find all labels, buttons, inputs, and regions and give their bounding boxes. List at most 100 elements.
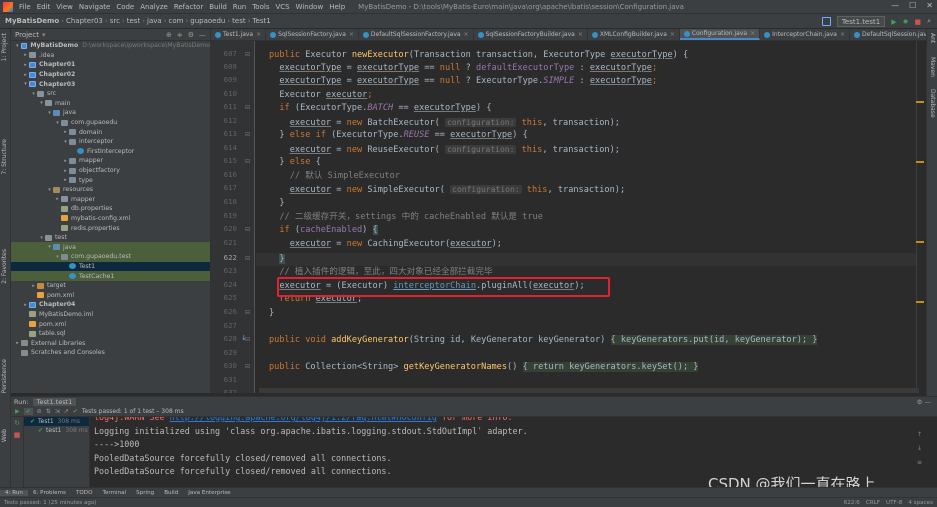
status-item[interactable]: 622:6 bbox=[844, 500, 860, 506]
expand-arrow-icon[interactable]: ▸ bbox=[54, 196, 61, 202]
tool-window-ant[interactable]: Ant bbox=[929, 33, 936, 43]
tree-item[interactable]: ▾ main bbox=[11, 99, 210, 109]
breadcrumb-item[interactable]: Chapter03 bbox=[64, 17, 105, 25]
fold-marker-icon[interactable]: ⊟ bbox=[245, 131, 250, 138]
tree-item[interactable]: TestCache1 bbox=[11, 271, 210, 281]
bottom-tab-terminal[interactable]: Terminal bbox=[98, 490, 132, 496]
breadcrumb-item[interactable]: test bbox=[125, 17, 142, 25]
expand-arrow-icon[interactable]: ▸ bbox=[22, 62, 29, 68]
tree-item[interactable]: mybatis-config.xml bbox=[11, 214, 210, 224]
expand-arrow-icon[interactable]: ▸ bbox=[22, 302, 29, 308]
tree-item[interactable]: Test1 bbox=[11, 261, 210, 272]
run-tab-test1[interactable]: Test1.test1 bbox=[32, 397, 77, 406]
tab-close-icon[interactable]: × bbox=[349, 31, 354, 38]
tool-window-maven[interactable]: Maven bbox=[929, 57, 936, 77]
expand-arrow-icon[interactable]: ▸ bbox=[22, 52, 29, 58]
expand-arrow-icon[interactable]: ▾ bbox=[62, 139, 69, 145]
tree-item[interactable]: ▾ MyBatisDemo D:\workspace\ipworkspace\MyB… bbox=[11, 41, 210, 51]
tree-item[interactable]: MyBatisDemo.iml bbox=[11, 310, 210, 320]
locate-icon[interactable]: ⊕ bbox=[166, 31, 172, 39]
editor-tab[interactable]: InterceptorChain.java × bbox=[760, 29, 851, 40]
expand-arrow-icon[interactable]: ▾ bbox=[46, 187, 53, 193]
fold-marker-icon[interactable]: ⊟ bbox=[245, 104, 250, 111]
search-everywhere-icon[interactable]: ⌕ bbox=[927, 17, 931, 26]
tab-close-icon[interactable]: × bbox=[670, 31, 675, 38]
tree-item[interactable]: pom.xml bbox=[11, 319, 210, 329]
breadcrumb-item[interactable]: java bbox=[145, 17, 164, 25]
show-ignored-icon[interactable]: ⊘ bbox=[37, 408, 42, 415]
expand-arrow-icon[interactable]: ▾ bbox=[46, 244, 53, 250]
menu-file[interactable]: File bbox=[16, 3, 34, 11]
editor-tab[interactable]: DefaultSqlSessionFactory.java × bbox=[359, 29, 474, 40]
expand-arrow-icon[interactable]: ▾ bbox=[38, 100, 45, 106]
run-icon[interactable]: ▶ bbox=[891, 18, 896, 26]
tab-close-icon[interactable]: × bbox=[256, 31, 261, 38]
status-item[interactable]: 4 spaces bbox=[908, 500, 933, 506]
fold-marker-icon[interactable]: ⊟ bbox=[245, 255, 250, 262]
console-link[interactable]: http://logging.apache.org/log4j/1.2/faq.… bbox=[170, 417, 437, 422]
tool-window-web[interactable]: Web bbox=[1, 429, 8, 442]
tab-close-icon[interactable]: × bbox=[840, 31, 845, 38]
tab-close-icon[interactable]: × bbox=[578, 31, 583, 38]
horizontal-scrollbar[interactable] bbox=[259, 388, 919, 393]
project-panel-title[interactable]: Project bbox=[15, 31, 39, 39]
fold-marker-icon[interactable]: ⊟ bbox=[245, 158, 250, 165]
expand-arrow-icon[interactable]: ▾ bbox=[54, 120, 61, 126]
breadcrumb-item[interactable]: src bbox=[108, 17, 122, 25]
editor-tab[interactable]: Test1.java × bbox=[211, 29, 267, 40]
close-icon[interactable]: ✕ bbox=[926, 1, 933, 10]
menu-edit[interactable]: Edit bbox=[34, 3, 54, 11]
stop-side-icon[interactable]: ■ bbox=[11, 431, 23, 439]
rerun-icon[interactable]: ▶ bbox=[15, 408, 20, 415]
editor-tab[interactable]: DefaultSqlSession.java× bbox=[850, 29, 926, 40]
status-item[interactable]: UTF-8 bbox=[886, 500, 902, 506]
menu-view[interactable]: View bbox=[53, 3, 76, 11]
breadcrumb-item[interactable]: test bbox=[230, 17, 247, 25]
expand-arrow-icon[interactable]: ▾ bbox=[46, 110, 53, 116]
run-config-select[interactable]: Test1.test1 bbox=[836, 16, 886, 27]
tree-item[interactable]: FirstInterceptor bbox=[11, 147, 210, 157]
menu-window[interactable]: Window bbox=[293, 3, 327, 11]
expand-arrow-icon[interactable]: ▸ bbox=[62, 129, 69, 135]
fold-marker-icon[interactable]: ⊟ bbox=[245, 226, 250, 233]
tree-item[interactable]: pom.xml bbox=[11, 290, 210, 300]
tree-item[interactable]: db.properties bbox=[11, 204, 210, 214]
expand-arrow-icon[interactable]: ▸ bbox=[14, 340, 21, 346]
fold-marker-icon[interactable]: ⊟ bbox=[245, 51, 250, 58]
tool-window-database[interactable]: Database bbox=[929, 89, 936, 118]
expand-arrow-icon[interactable]: ▸ bbox=[62, 177, 69, 183]
expand-arrow-icon[interactable]: ▸ bbox=[22, 72, 29, 78]
menu-run[interactable]: Run bbox=[230, 3, 249, 11]
editor-scrollbar[interactable] bbox=[916, 41, 926, 393]
tool-window-1-project[interactable]: 1: Project bbox=[1, 33, 8, 61]
tree-item[interactable]: ▸ Chapter02 bbox=[11, 70, 210, 80]
editor-tab[interactable]: Configuration.java × bbox=[679, 29, 761, 40]
tree-item[interactable]: ▾ Chapter03 bbox=[11, 79, 210, 89]
tree-item[interactable]: ▾ java bbox=[11, 242, 210, 253]
tool-window-7-structure[interactable]: 7: Structure bbox=[1, 139, 8, 175]
tree-item[interactable]: ▸ type bbox=[11, 175, 210, 185]
test-result-item[interactable]: ✔ Test1 308 ms bbox=[24, 417, 89, 426]
tree-item[interactable]: ▸ target bbox=[11, 281, 210, 291]
settings-gear-icon[interactable]: ⚙ bbox=[188, 31, 194, 39]
tree-item[interactable]: ▸ objectfactory bbox=[11, 166, 210, 176]
tree-item[interactable]: ▸ .idea bbox=[11, 51, 210, 61]
maximize-icon[interactable]: ☐ bbox=[909, 1, 916, 10]
code-editor[interactable]: 607 608 609 610 611 612 613 614 615 616 617 618 619 6… bbox=[211, 41, 926, 393]
build-icon[interactable] bbox=[821, 17, 831, 26]
menu-navigate[interactable]: Navigate bbox=[76, 3, 113, 11]
tree-item[interactable]: ▸ domain bbox=[11, 127, 210, 137]
menu-code[interactable]: Code bbox=[113, 3, 137, 11]
bottom-tab-todo[interactable]: TODO bbox=[71, 490, 98, 496]
breadcrumb-item[interactable]: com bbox=[167, 17, 186, 25]
tool-window-2-favorites[interactable]: 2: Favorites bbox=[1, 249, 8, 284]
tree-item[interactable]: redis.properties bbox=[11, 223, 210, 233]
menu-refactor[interactable]: Refactor bbox=[171, 3, 206, 11]
collapse-all-icon[interactable]: ≑ bbox=[177, 31, 183, 39]
wrap-icon[interactable]: ≡ bbox=[917, 459, 923, 466]
menu-vcs[interactable]: VCS bbox=[272, 3, 292, 11]
tab-close-icon[interactable]: × bbox=[750, 30, 755, 37]
expand-arrow-icon[interactable]: ▾ bbox=[54, 254, 61, 260]
bottom-tab-spring[interactable]: Spring bbox=[131, 490, 159, 496]
expand-arrow-icon[interactable]: ▸ bbox=[62, 158, 69, 164]
